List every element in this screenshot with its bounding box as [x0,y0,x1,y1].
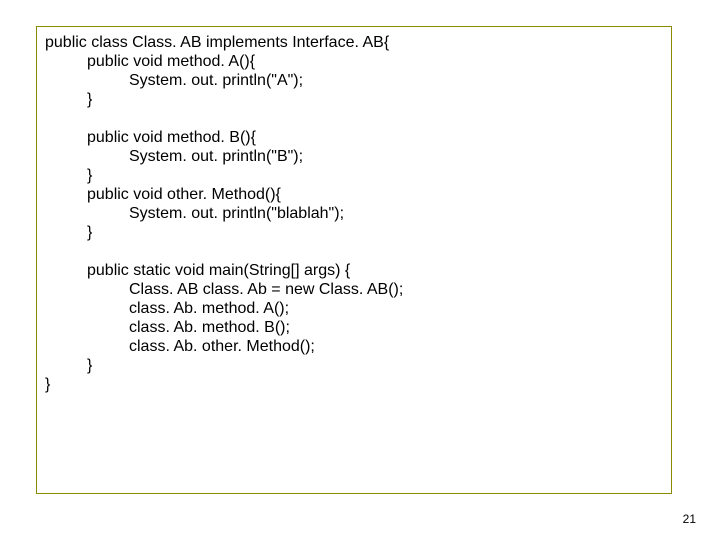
blank-line [45,109,663,128]
code-line: class. Ab. method. A(); [45,299,663,318]
code-line: public static void main(String[] args) { [45,261,663,280]
blank-line [45,242,663,261]
code-line: public void method. B(){ [45,128,663,147]
code-line: System. out. println("B"); [45,147,663,166]
code-line: class. Ab. other. Method(); [45,337,663,356]
code-line: public class Class. AB implements Interf… [45,33,663,52]
code-line: Class. AB class. Ab = new Class. AB(); [45,280,663,299]
code-line: } [45,90,663,109]
code-box: public class Class. AB implements Interf… [36,26,672,494]
code-line: } [45,166,663,185]
code-line: public void other. Method(){ [45,185,663,204]
code-line: } [45,375,663,394]
code-line: System. out. println("A"); [45,71,663,90]
code-line: public void method. A(){ [45,52,663,71]
code-line: System. out. println("blablah"); [45,204,663,223]
page-number: 21 [683,512,696,526]
slide: public class Class. AB implements Interf… [0,0,720,540]
code-line: } [45,223,663,242]
code-line: class. Ab. method. B(); [45,318,663,337]
code-line: } [45,356,663,375]
